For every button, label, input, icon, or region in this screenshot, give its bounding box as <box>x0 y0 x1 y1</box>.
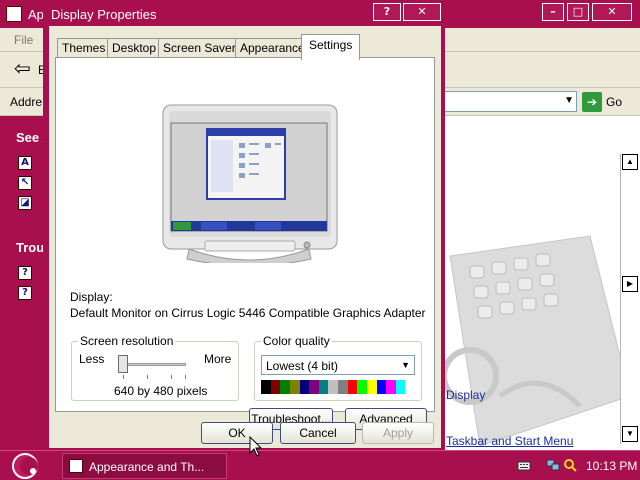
troubleshooters-heading: Trou <box>16 240 45 255</box>
display-properties-dialog: Display Properties ? ✕ Themes Desktop Sc… <box>43 0 445 452</box>
mouse-pointer-icon[interactable]: ↖ <box>18 176 32 190</box>
palette-swatch <box>328 380 338 394</box>
taskbar-item-label: Appearance and Th... <box>89 460 205 474</box>
slider-more-label: More <box>204 352 232 366</box>
help-icon[interactable]: ? <box>18 286 32 300</box>
display-adapter-value: Default Monitor on Cirrus Logic 5446 Com… <box>70 306 426 320</box>
close-icon[interactable]: ✕ <box>592 3 632 21</box>
palette-swatch <box>386 380 396 394</box>
settings-panel: Display: Default Monitor on Cirrus Logic… <box>55 57 435 430</box>
palette-swatch <box>318 380 329 394</box>
apply-button[interactable]: Apply <box>362 422 434 444</box>
slider-tick <box>147 375 148 379</box>
color-quality-group: Color quality Lowest (4 bit) ▼ <box>254 334 422 401</box>
back-arrow-icon[interactable]: ⇦ <box>14 59 31 79</box>
menu-file[interactable]: File <box>14 33 33 47</box>
fonts-icon[interactable]: A <box>18 156 32 170</box>
go-button[interactable]: Go <box>606 95 622 109</box>
palette-swatch <box>395 380 406 394</box>
slider-tick <box>171 375 172 379</box>
system-tray: 10:13 PM <box>512 451 640 480</box>
tab-appearance[interactable]: Appearance <box>235 38 310 58</box>
slider-tick <box>185 375 186 379</box>
resolution-value: 640 by 480 pixels <box>114 384 208 398</box>
tab-desktop[interactable]: Desktop <box>107 38 162 58</box>
taskbar-start-menu-link[interactable]: Taskbar and Start Menu <box>446 434 573 448</box>
control-panel-icon <box>6 6 22 22</box>
address-input[interactable]: ▼ <box>440 91 577 112</box>
minimize-icon[interactable]: – <box>542 3 564 21</box>
search-icon[interactable] <box>564 459 578 472</box>
tab-themes[interactable]: Themes <box>57 38 111 58</box>
palette-swatch <box>289 380 300 394</box>
palette-swatch <box>270 380 281 394</box>
high-contrast-icon[interactable]: ◪ <box>18 196 32 210</box>
tab-screen-saver[interactable]: Screen Saver <box>158 38 241 58</box>
slider-less-label: Less <box>79 352 105 366</box>
resolution-slider-track[interactable] <box>118 363 186 366</box>
color-quality-value: Lowest (4 bit) <box>266 359 339 373</box>
palette-swatch <box>376 380 387 394</box>
taskbar-item-appearance[interactable]: Appearance and Th... <box>62 453 227 479</box>
start-button[interactable] <box>8 452 42 480</box>
resolution-slider-thumb[interactable] <box>118 355 128 373</box>
screen-resolution-group: Screen resolution Less More 640 by 480 p… <box>71 334 239 401</box>
tab-settings[interactable]: Settings <box>301 34 361 60</box>
palette-swatch <box>405 380 415 394</box>
dialog-title: Display Properties <box>51 7 157 22</box>
color-quality-legend: Color quality <box>261 334 332 348</box>
palette-swatch <box>309 380 319 394</box>
taskbar: Appearance and Th... 10:13 PM <box>0 450 640 480</box>
monitor-preview-icon <box>162 104 338 263</box>
palette-swatch <box>347 380 358 394</box>
palette-swatch <box>366 380 377 394</box>
keyboard-icon[interactable] <box>517 459 531 472</box>
palette-swatch <box>280 380 290 394</box>
slider-tick <box>123 375 124 379</box>
network-icon[interactable] <box>546 459 560 472</box>
clock[interactable]: 10:13 PM <box>586 459 637 473</box>
chevron-down-icon[interactable]: ▼ <box>401 360 410 370</box>
scroll-up-icon[interactable]: ▲ <box>622 154 638 170</box>
scroll-down-icon[interactable]: ▼ <box>622 426 638 442</box>
screen-resolution-legend: Screen resolution <box>78 334 176 348</box>
cancel-button[interactable]: Cancel <box>280 422 356 444</box>
chevron-down-icon[interactable]: ▼ <box>564 95 574 106</box>
address-label: Addre <box>10 95 43 109</box>
color-quality-select[interactable]: Lowest (4 bit) ▼ <box>261 355 415 375</box>
palette-swatch <box>357 380 367 394</box>
close-button[interactable]: ✕ <box>403 3 441 21</box>
mouse-cursor-icon <box>249 436 263 457</box>
control-panel-title: Ap <box>28 7 44 22</box>
go-arrow-icon[interactable]: ➔ <box>582 92 602 112</box>
control-panel-icon <box>69 459 83 473</box>
display-link[interactable]: Display <box>446 388 485 402</box>
scroll-right-icon[interactable]: ▶ <box>622 276 638 292</box>
maximize-icon[interactable]: □ <box>567 3 589 21</box>
help-button[interactable]: ? <box>373 3 401 21</box>
palette-swatch <box>299 380 310 394</box>
color-palette-preview <box>261 380 415 394</box>
palette-swatch <box>261 380 271 394</box>
display-label: Display: <box>70 290 113 304</box>
dialog-body: Themes Desktop Screen Saver Appearance S… <box>49 26 441 448</box>
vertical-scrollbar[interactable]: ▲ ▶ ▼ <box>620 154 638 444</box>
help-icon[interactable]: ? <box>18 266 32 280</box>
palette-swatch <box>338 380 348 394</box>
